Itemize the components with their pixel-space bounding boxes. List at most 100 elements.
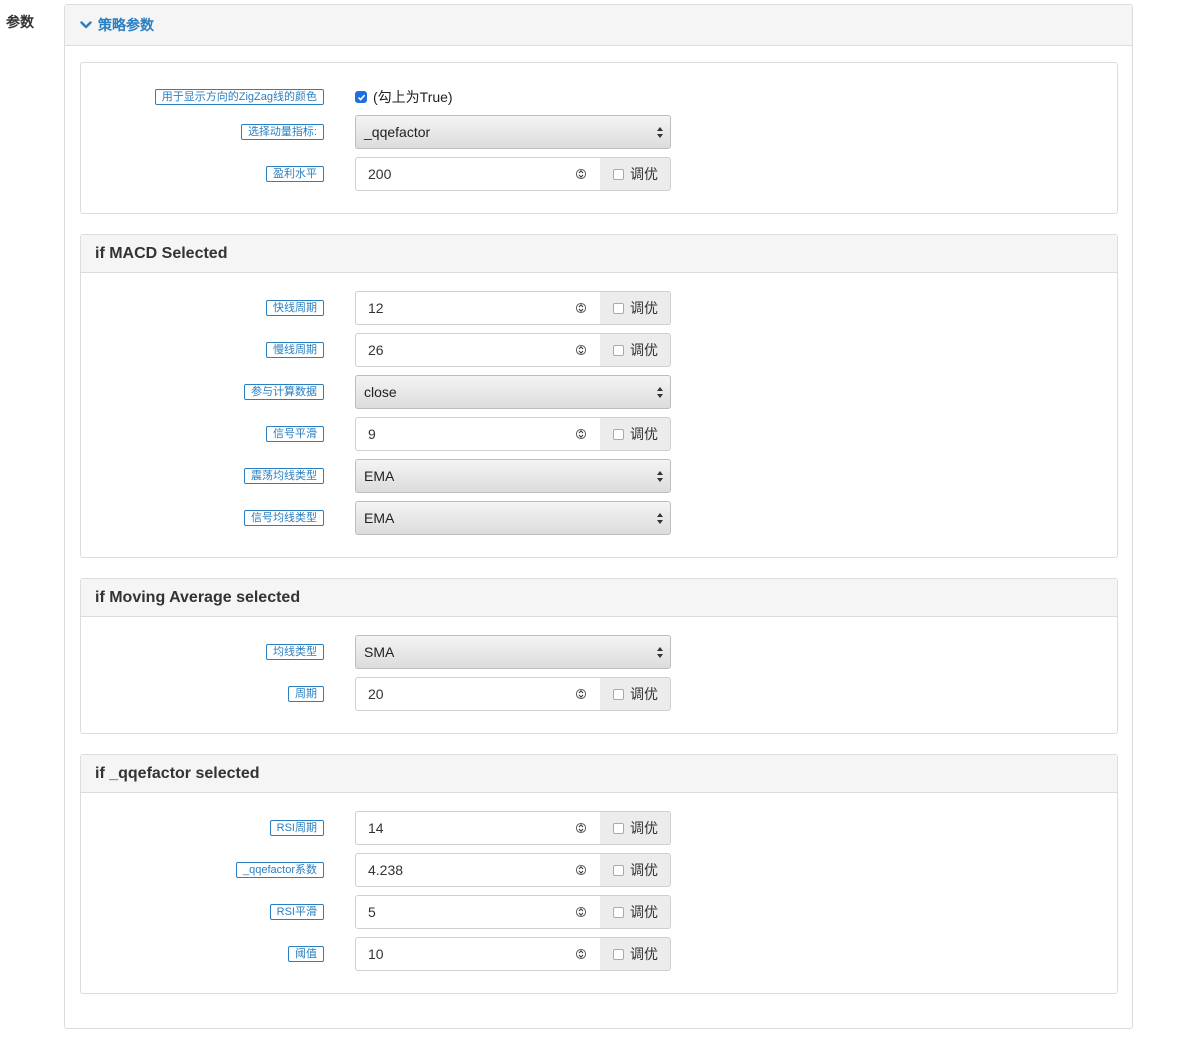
select-value: EMA: [364, 468, 395, 484]
param-label: 参与计算数据: [244, 384, 324, 400]
input-value: 26: [368, 342, 384, 358]
select-value: _qqefactor: [364, 124, 431, 140]
param-label: RSI周期: [269, 820, 324, 836]
panel-title: if Moving Average selected: [81, 579, 1117, 617]
spinner-icon[interactable]: [576, 947, 586, 961]
param-row-rsi-period: RSI周期 14 调优: [81, 811, 1117, 845]
checkbox-icon[interactable]: [613, 864, 624, 876]
osc-ma-select[interactable]: EMA: [355, 459, 671, 493]
spinner-icon[interactable]: [576, 167, 586, 181]
checkbox-icon[interactable]: [613, 344, 624, 356]
tune-toggle[interactable]: 调优: [600, 937, 671, 971]
fast-period-input[interactable]: 12: [355, 291, 601, 325]
spinner-icon[interactable]: [576, 905, 586, 919]
param-row-osc-ma: 震荡均线类型 EMA: [81, 459, 1117, 493]
checkbox-icon[interactable]: [613, 302, 624, 314]
momentum-select[interactable]: _qqefactor: [355, 115, 671, 149]
section-header[interactable]: 策略参数: [65, 5, 1132, 46]
checkbox-checked-icon[interactable]: [355, 91, 367, 103]
input-value: 9: [368, 426, 376, 442]
section-title[interactable]: 策略参数: [98, 15, 154, 35]
checkbox-label: (勾上为True): [373, 89, 453, 105]
profit-input[interactable]: 200: [355, 157, 601, 191]
tune-toggle[interactable]: 调优: [600, 677, 671, 711]
strategy-params-section: 策略参数 用于显示方向的ZigZag线的颜色 (勾上为True) 选择动量指标:…: [64, 4, 1133, 1029]
param-row-rsi-smooth: RSI平滑 5 调优: [81, 895, 1117, 929]
qqe-factor-input[interactable]: 4.238: [355, 853, 601, 887]
chevron-down-icon[interactable]: [80, 19, 92, 31]
tune-label: 调优: [630, 686, 658, 702]
param-label: 快线周期: [266, 300, 324, 316]
param-label: 信号平滑: [266, 426, 324, 442]
spinner-icon[interactable]: [576, 863, 586, 877]
param-label: 阈值: [288, 946, 324, 962]
input-value: 20: [368, 686, 384, 702]
param-row-fast: 快线周期 12 调优: [81, 291, 1117, 325]
param-row-ma-period: 周期 20 调优: [81, 677, 1117, 711]
param-row-source: 参与计算数据 close: [81, 375, 1117, 409]
spinner-icon[interactable]: [576, 301, 586, 315]
spinner-icon[interactable]: [576, 687, 586, 701]
input-value: 14: [368, 820, 384, 836]
param-label: 慢线周期: [266, 342, 324, 358]
param-label: 选择动量指标:: [240, 124, 324, 140]
slow-period-input[interactable]: 26: [355, 333, 601, 367]
checkbox-icon[interactable]: [613, 428, 624, 440]
ma-type-select[interactable]: SMA: [355, 635, 671, 669]
checkbox-icon[interactable]: [613, 906, 624, 918]
panel-title: if MACD Selected: [81, 235, 1117, 273]
source-select[interactable]: close: [355, 375, 671, 409]
param-row-profit: 盈利水平 200 调优: [81, 157, 1117, 191]
tune-toggle[interactable]: 调优: [600, 895, 671, 929]
moving-average-panel: if Moving Average selected 均线类型 SMA 周期 2…: [80, 578, 1118, 734]
param-row-signal: 信号平滑 9 调优: [81, 417, 1117, 451]
param-label: 周期: [288, 686, 324, 702]
tune-toggle[interactable]: 调优: [600, 157, 671, 191]
checkbox-icon[interactable]: [613, 948, 624, 960]
param-label: 震荡均线类型: [244, 468, 324, 484]
threshold-input[interactable]: 10: [355, 937, 601, 971]
rsi-smooth-input[interactable]: 5: [355, 895, 601, 929]
spinner-icon[interactable]: [576, 343, 586, 357]
input-value: 200: [368, 166, 392, 182]
tune-label: 调优: [630, 342, 658, 358]
tune-toggle[interactable]: 调优: [600, 333, 671, 367]
param-label: 用于显示方向的ZigZag线的颜色: [154, 89, 324, 105]
signal-ma-select[interactable]: EMA: [355, 501, 671, 535]
spinner-icon[interactable]: [576, 427, 586, 441]
tune-toggle[interactable]: 调优: [600, 853, 671, 887]
tune-toggle[interactable]: 调优: [600, 291, 671, 325]
tune-label: 调优: [630, 426, 658, 442]
panel-title: if _qqefactor selected: [81, 755, 1117, 793]
general-panel: 用于显示方向的ZigZag线的颜色 (勾上为True) 选择动量指标: _qqe…: [80, 62, 1118, 214]
checkbox-icon[interactable]: [613, 168, 624, 180]
select-value: close: [364, 384, 397, 400]
param-row-zigzag-color: 用于显示方向的ZigZag线的颜色 (勾上为True): [81, 80, 1117, 114]
param-row-momentum: 选择动量指标: _qqefactor: [81, 115, 1117, 149]
param-label: 均线类型: [266, 644, 324, 660]
signal-smooth-input[interactable]: 9: [355, 417, 601, 451]
tune-toggle[interactable]: 调优: [600, 417, 671, 451]
ma-period-input[interactable]: 20: [355, 677, 601, 711]
page-label: 参数: [6, 14, 34, 30]
input-value: 5: [368, 904, 376, 920]
select-arrows-icon: [657, 471, 663, 482]
spinner-icon[interactable]: [576, 821, 586, 835]
qqefactor-panel: if _qqefactor selected RSI周期 14 调优 _qqef…: [80, 754, 1118, 994]
param-label: 盈利水平: [266, 166, 324, 182]
input-value: 4.238: [368, 862, 404, 878]
zigzag-color-checkbox[interactable]: (勾上为True): [355, 80, 453, 114]
param-label: _qqefactor系数: [236, 862, 324, 878]
select-value: EMA: [364, 510, 395, 526]
select-arrows-icon: [657, 647, 663, 658]
checkbox-icon[interactable]: [613, 822, 624, 834]
param-label: 信号均线类型: [244, 510, 324, 526]
tune-label: 调优: [630, 946, 658, 962]
select-arrows-icon: [657, 127, 663, 138]
param-row-threshold: 阈值 10 调优: [81, 937, 1117, 971]
param-row-qqe-factor: _qqefactor系数 4.238 调优: [81, 853, 1117, 887]
tune-label: 调优: [630, 820, 658, 836]
rsi-period-input[interactable]: 14: [355, 811, 601, 845]
tune-toggle[interactable]: 调优: [600, 811, 671, 845]
checkbox-icon[interactable]: [613, 688, 624, 700]
